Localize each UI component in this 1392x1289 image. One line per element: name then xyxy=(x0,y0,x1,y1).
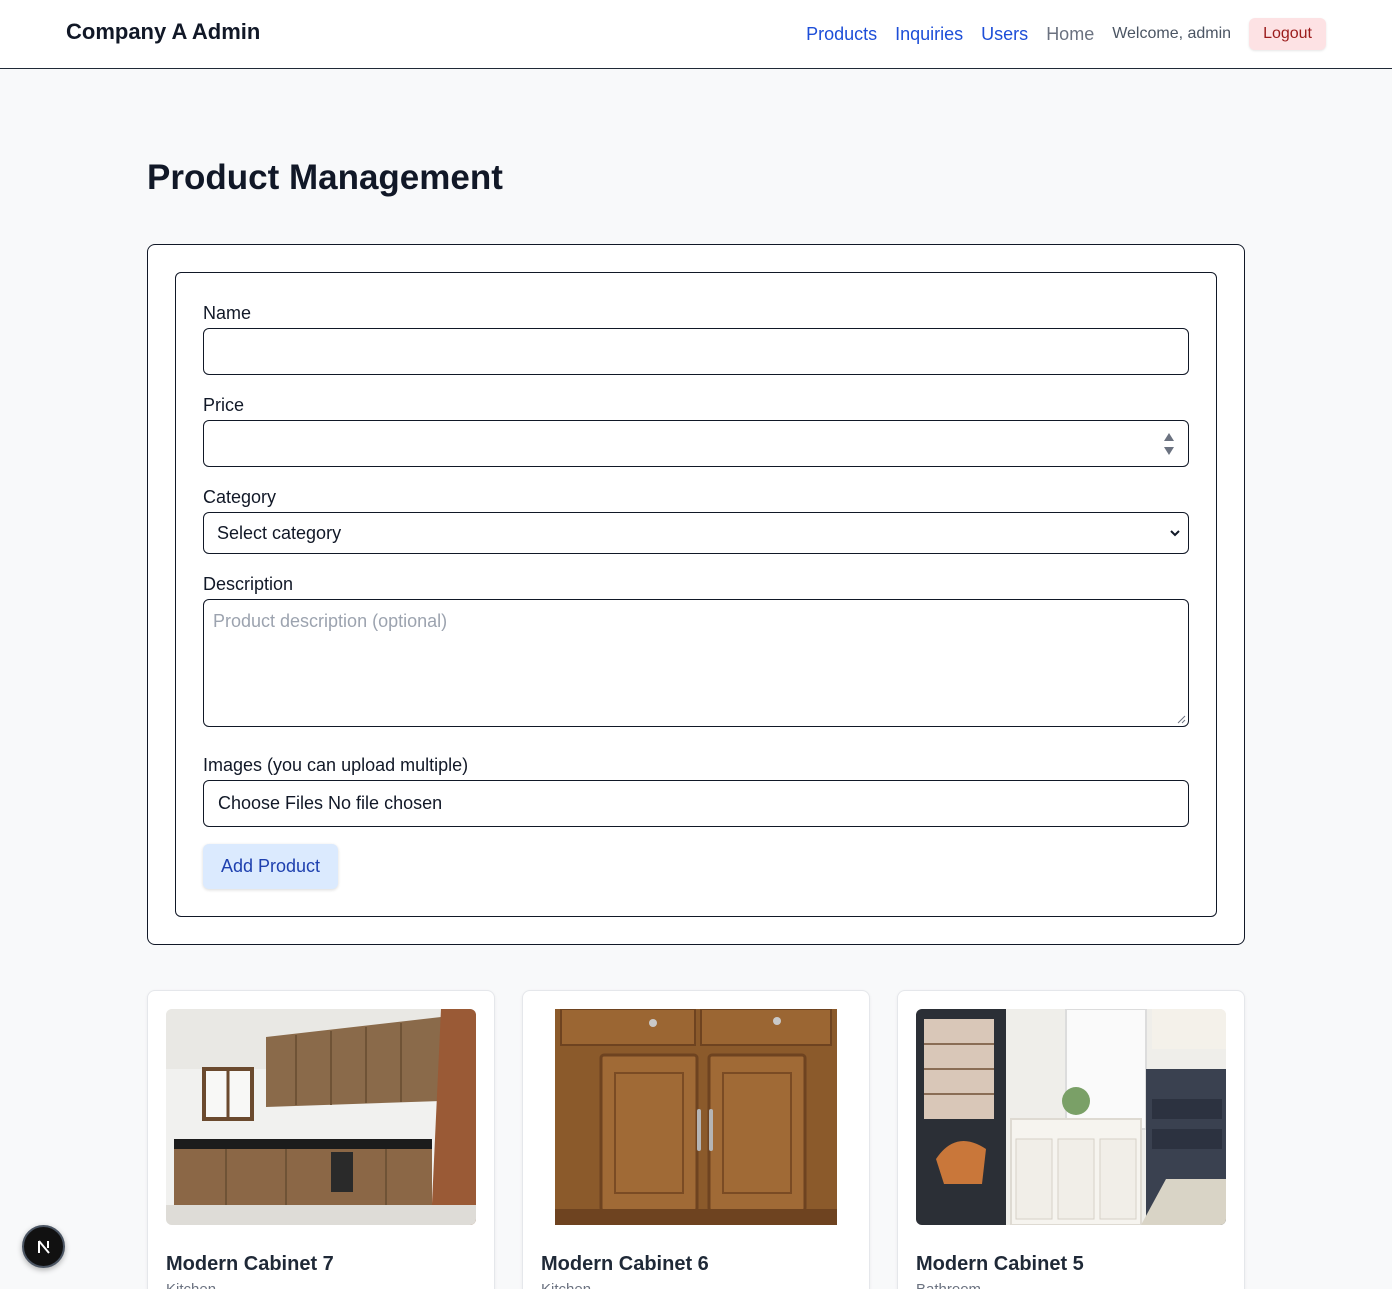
choose-files-button[interactable]: Choose Files xyxy=(218,793,323,814)
nextjs-logo-icon xyxy=(37,1239,50,1254)
resize-handle-icon[interactable] xyxy=(1176,714,1186,724)
logout-button[interactable]: Logout xyxy=(1249,18,1326,50)
product-card[interactable]: Modern Cabinet 7 Kitchen xyxy=(147,990,495,1289)
product-category: Bathroom xyxy=(916,1281,981,1289)
category-select[interactable]: Select category xyxy=(203,512,1189,554)
product-form-card: Name Price Category Select category Desc… xyxy=(147,244,1245,945)
nav-users-link[interactable]: Users xyxy=(981,24,1028,45)
product-name: Modern Cabinet 6 xyxy=(541,1253,709,1275)
welcome-text: Welcome, admin xyxy=(1112,25,1232,42)
file-status-text: No file chosen xyxy=(328,793,443,813)
product-category: Kitchen xyxy=(166,1281,216,1289)
brand-title[interactable]: Company A Admin xyxy=(66,19,260,45)
product-name: Modern Cabinet 5 xyxy=(916,1253,1084,1275)
category-selected-value: Select category xyxy=(217,522,342,543)
product-form: Name Price Category Select category Desc… xyxy=(175,272,1217,917)
product-image xyxy=(166,1009,476,1225)
chevron-down-icon xyxy=(1170,530,1180,537)
add-product-button[interactable]: Add Product xyxy=(203,844,338,889)
product-card[interactable]: Modern Cabinet 5 Bathroom xyxy=(897,990,1245,1289)
images-file-input[interactable]: Choose Files No file chosen xyxy=(203,780,1189,827)
images-label: Images (you can upload multiple) xyxy=(203,755,469,775)
nav-products-link[interactable]: Products xyxy=(806,24,877,45)
top-navbar: Company A Admin Products Inquiries Users… xyxy=(0,0,1392,69)
page-title: Product Management xyxy=(147,158,503,197)
nextjs-dev-badge[interactable] xyxy=(22,1225,65,1268)
nav-inquiries-link[interactable]: Inquiries xyxy=(895,24,963,45)
nav-home-link[interactable]: Home xyxy=(1046,24,1094,45)
nav-links: Products Inquiries Users Home Welcome, a… xyxy=(806,0,1392,68)
product-name: Modern Cabinet 7 xyxy=(166,1253,334,1275)
name-label: Name xyxy=(203,303,252,323)
product-category: Kitchen xyxy=(541,1281,591,1289)
product-image xyxy=(916,1009,1226,1225)
price-label: Price xyxy=(203,395,245,415)
number-spinner-icon[interactable] xyxy=(1164,431,1174,457)
product-card[interactable]: Modern Cabinet 6 Kitchen xyxy=(522,990,870,1289)
category-label: Category xyxy=(203,487,277,507)
product-image xyxy=(541,1009,851,1225)
description-placeholder: Product description (optional) xyxy=(213,611,448,631)
description-textarea[interactable]: Product description (optional) xyxy=(203,599,1189,727)
price-input[interactable] xyxy=(203,420,1189,467)
name-input[interactable] xyxy=(203,328,1189,375)
description-label: Description xyxy=(203,574,294,594)
